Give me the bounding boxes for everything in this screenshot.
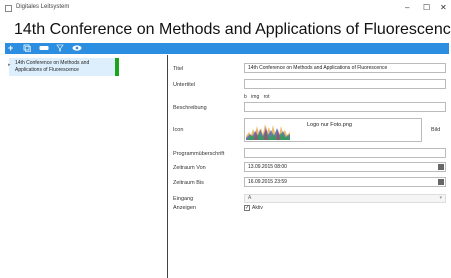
format-red-button[interactable]: rot — [264, 94, 270, 100]
check-mark-icon: ✓ — [245, 205, 250, 211]
page-title: 14th Conference on Methods and Applicati… — [14, 21, 451, 38]
bild-button[interactable]: Bild — [431, 127, 440, 133]
titel-field[interactable]: 14th Conference on Methods and Applicati… — [244, 63, 446, 73]
app-icon — [5, 5, 12, 12]
icon-filename: Logo nur Foto.png — [307, 122, 352, 128]
window-titlebar: Digitales Leitsystem – ☐ ✕ — [0, 0, 451, 18]
beschreibung-field[interactable] — [244, 102, 446, 112]
zeitraum-bis-field[interactable]: 16.09.2015 23:59 — [244, 177, 446, 187]
beschreibung-label: Beschreibung — [173, 105, 207, 111]
titel-label: Titel — [173, 66, 184, 72]
copy-icon[interactable] — [23, 44, 31, 54]
eingang-select[interactable]: A ▾ — [244, 194, 446, 203]
expand-arrow-icon[interactable]: ▸ — [8, 62, 11, 68]
maximize-button[interactable]: ☐ — [423, 3, 430, 13]
eingang-value: A — [248, 195, 252, 201]
untertitel-field[interactable] — [244, 79, 446, 89]
calendar-icon[interactable] — [438, 179, 444, 185]
aktiv-label: Aktiv — [252, 205, 263, 211]
filter-icon[interactable] — [56, 44, 64, 54]
window-title: Digitales Leitsystem — [16, 4, 70, 10]
icon-label: Icon — [173, 127, 184, 133]
programm-label: Programmüberschrift — [173, 151, 225, 157]
icon-preview-box[interactable]: Logo nur Foto.png — [244, 118, 422, 142]
format-bar: b img rot — [244, 94, 272, 100]
tree-item-label: 14th Conference on Methods and Applicati… — [15, 60, 90, 73]
event-tree-pane: ▸ 14th Conference on Methods and Applica… — [5, 55, 168, 278]
zeitraum-bis-label: Zeitraum Bis — [173, 180, 204, 186]
format-bold-button[interactable]: b — [244, 94, 247, 100]
anzeigen-label: Anzeigen — [173, 205, 196, 211]
programm-field[interactable] — [244, 148, 446, 158]
eingang-label: Eingang — [173, 196, 194, 202]
calendar-icon[interactable] — [438, 164, 444, 170]
untertitel-label: Untertitel — [173, 82, 196, 88]
fluorescence-logo-image — [246, 120, 290, 140]
close-button[interactable]: ✕ — [440, 3, 447, 13]
minimize-button[interactable]: – — [405, 3, 409, 13]
view-icon[interactable] — [72, 44, 82, 54]
zeitraum-von-value: 13.09.2015 08:00 — [248, 164, 287, 170]
aktiv-checkbox[interactable]: ✓ — [244, 205, 250, 211]
chevron-down-icon: ▾ — [439, 195, 442, 201]
zeitraum-bis-value: 16.09.2015 23:59 — [248, 179, 287, 185]
add-icon[interactable]: + — [8, 44, 13, 53]
toolbar: + — [5, 43, 449, 54]
tree-item-event[interactable]: ▸ 14th Conference on Methods and Applica… — [8, 58, 119, 76]
zeitraum-von-field[interactable]: 13.09.2015 08:00 — [244, 162, 446, 172]
format-img-button[interactable]: img — [251, 94, 259, 100]
zeitraum-von-label: Zeitraum Von — [173, 165, 206, 171]
edit-icon[interactable] — [39, 44, 49, 54]
